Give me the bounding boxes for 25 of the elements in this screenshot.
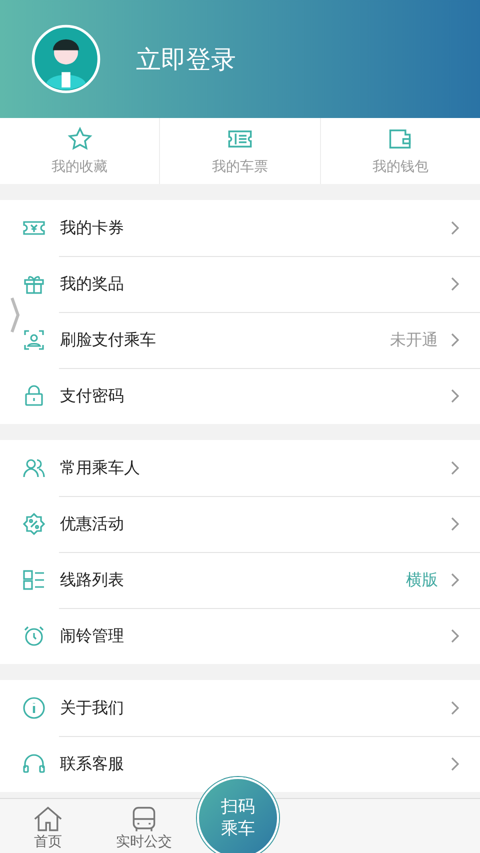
chevron-right-icon: [450, 460, 460, 476]
chevron-right-icon: [450, 756, 460, 772]
chevron-right-icon: [450, 516, 460, 532]
lock-icon: [22, 384, 46, 408]
star-icon: [66, 126, 94, 152]
headset-icon: [22, 752, 46, 776]
chevron-right-icon: [450, 332, 460, 348]
side-handle-icon[interactable]: [8, 295, 22, 335]
home-icon: [33, 805, 63, 833]
chevron-right-icon: [450, 700, 460, 716]
chevron-right-icon: [450, 220, 460, 236]
avatar-icon: [31, 24, 101, 94]
scan-ride-button[interactable]: 扫码 乘车: [197, 777, 279, 853]
list-icon: [22, 568, 46, 592]
chevron-right-icon: [450, 388, 460, 404]
info-icon: [22, 696, 46, 720]
discount-badge-icon: [22, 512, 46, 536]
chevron-right-icon: [450, 276, 460, 292]
chevron-right-icon: [450, 572, 460, 588]
alarm-clock-icon: [22, 624, 46, 648]
chevron-right-icon: [450, 628, 460, 644]
people-icon: [22, 456, 46, 480]
tab[interactable]: 实时公交: [96, 805, 192, 853]
tab[interactable]: 首页: [0, 805, 96, 853]
face-scan-icon: [22, 328, 46, 352]
